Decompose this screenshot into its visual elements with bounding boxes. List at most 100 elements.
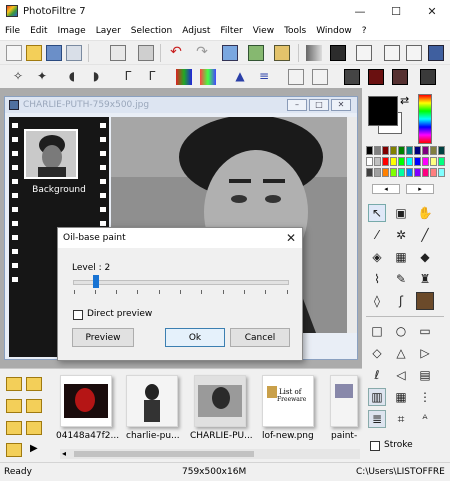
palette-swatch[interactable] [382, 146, 389, 155]
redo-icon[interactable]: ↷ [194, 45, 210, 61]
palette-swatch[interactable] [438, 146, 445, 155]
effects-icon[interactable] [420, 69, 436, 85]
palette-swatch[interactable] [390, 168, 397, 177]
layer-tool-icon[interactable]: ▣ [392, 204, 410, 222]
save-as-icon[interactable] [66, 45, 82, 61]
rectangle-shape-icon[interactable]: □ [368, 322, 386, 340]
mask-icon[interactable] [356, 45, 372, 61]
crop-icon[interactable] [274, 45, 290, 61]
scroll-thumb[interactable] [74, 451, 254, 457]
palette-swatch[interactable] [390, 146, 397, 155]
new-icon[interactable] [6, 45, 22, 61]
dialog-close-icon[interactable]: ✕ [286, 231, 296, 245]
thumbnail-2[interactable] [126, 375, 178, 427]
thumbnail-5[interactable] [330, 375, 358, 427]
image-size-icon[interactable] [222, 45, 238, 61]
folder-refresh-icon[interactable] [6, 443, 22, 457]
saturation-minus-icon[interactable] [176, 69, 192, 85]
folder-open-icon[interactable] [26, 399, 42, 413]
stamp-icon[interactable]: ♜ [416, 270, 434, 288]
minimize-button[interactable]: — [342, 0, 378, 22]
folder-icon[interactable] [26, 377, 42, 391]
select-tool-icon[interactable]: ↖ [368, 204, 386, 222]
palette-swatch[interactable] [406, 146, 413, 155]
levels-icon[interactable]: ▲ [232, 69, 248, 85]
blur-tool-icon[interactable]: ◊ [368, 292, 386, 310]
open-icon[interactable] [26, 45, 42, 61]
palette-swatch[interactable] [374, 168, 381, 177]
menu-layer[interactable]: Layer [91, 26, 126, 36]
selection-dots-icon[interactable]: ⋮ [416, 388, 434, 406]
rotate-right-icon[interactable] [312, 69, 328, 85]
explorer-icon[interactable] [428, 45, 444, 61]
menu-tools[interactable]: Tools [279, 26, 311, 36]
sepia-icon[interactable] [368, 69, 384, 85]
palette-swatch[interactable] [414, 157, 421, 166]
palette-swatch[interactable] [414, 168, 421, 177]
palette-swatch[interactable] [366, 146, 373, 155]
menu-adjust[interactable]: Adjust [177, 26, 215, 36]
cancel-button[interactable]: Cancel [230, 328, 290, 347]
rounded-rect-shape-icon[interactable]: ▭ [416, 322, 434, 340]
blur-icon[interactable]: ◖ [64, 69, 80, 85]
swap-colors-icon[interactable]: ⇄ [400, 94, 409, 107]
undo-icon[interactable]: ↶ [168, 45, 184, 61]
diamond-shape-icon[interactable]: ◇ [368, 344, 386, 362]
menu-edit[interactable]: Edit [25, 26, 52, 36]
curves-icon[interactable]: ≡ [256, 69, 272, 85]
stroke-checkbox[interactable] [370, 441, 380, 451]
scroll-left-icon[interactable]: ◂ [62, 449, 66, 458]
grid-icon[interactable] [330, 45, 346, 61]
palette-swatch[interactable] [382, 157, 389, 166]
contrast-minus-icon[interactable]: Γ [120, 69, 136, 85]
sparkle-large-icon[interactable]: ✦ [34, 69, 50, 85]
direct-preview-checkbox[interactable] [73, 310, 83, 320]
palette-swatch[interactable] [398, 157, 405, 166]
level-slider-track[interactable] [73, 280, 289, 285]
menu-filter[interactable]: Filter [215, 26, 247, 36]
palette-swatch[interactable] [414, 146, 421, 155]
eyedropper-icon[interactable]: ⁄ [368, 226, 386, 244]
rotate-left-icon[interactable] [288, 69, 304, 85]
document-maximize-button[interactable]: □ [309, 99, 329, 111]
close-button[interactable]: ✕ [414, 0, 450, 22]
spray-icon[interactable]: ▦ [392, 248, 410, 266]
print-icon[interactable] [110, 45, 126, 61]
palette-prev-button[interactable]: ◂ [372, 184, 400, 194]
canvas-size-icon[interactable] [248, 45, 264, 61]
palette-swatch[interactable] [430, 146, 437, 155]
palette-next-button[interactable]: ▸ [406, 184, 434, 194]
gradient-icon[interactable] [306, 45, 322, 61]
menu-selection[interactable]: Selection [126, 26, 177, 36]
folder-up-icon[interactable] [6, 399, 22, 413]
menu-file[interactable]: File [0, 26, 25, 36]
eraser-icon[interactable]: ◆ [416, 248, 434, 266]
clone-icon[interactable] [416, 292, 434, 310]
selection-corners-icon[interactable]: ⌗ [392, 410, 410, 428]
triangle-shape-icon[interactable]: △ [392, 344, 410, 362]
document-minimize-button[interactable]: – [287, 99, 307, 111]
pencil-icon[interactable]: ✎ [392, 270, 410, 288]
palette-swatch[interactable] [430, 168, 437, 177]
menu-help[interactable]: ? [357, 26, 372, 36]
background-layer-thumbnail[interactable] [24, 129, 78, 179]
palette-swatch[interactable] [398, 146, 405, 155]
palette-swatch[interactable] [438, 157, 445, 166]
palette-swatch[interactable] [406, 157, 413, 166]
save-icon[interactable] [46, 45, 62, 61]
palette-swatch[interactable] [382, 168, 389, 177]
palette-swatch[interactable] [422, 157, 429, 166]
document-close-button[interactable]: ✕ [331, 99, 351, 111]
contrast-plus-icon[interactable]: Γ [144, 69, 160, 85]
thumbnail-3[interactable] [194, 375, 246, 427]
automation-icon[interactable] [384, 45, 400, 61]
selection-text-icon[interactable]: ᴬ [416, 410, 434, 428]
palette-swatch[interactable] [390, 157, 397, 166]
menu-view[interactable]: View [248, 26, 279, 36]
line-tool-icon[interactable]: ╱ [416, 226, 434, 244]
ellipse-shape-icon[interactable]: ○ [392, 322, 410, 340]
lasso-icon[interactable]: ℓ [368, 366, 386, 384]
palette-swatch[interactable] [438, 168, 445, 177]
thumbnail-1[interactable] [60, 375, 112, 427]
canvas-vertical-scrollbar[interactable] [347, 117, 357, 333]
